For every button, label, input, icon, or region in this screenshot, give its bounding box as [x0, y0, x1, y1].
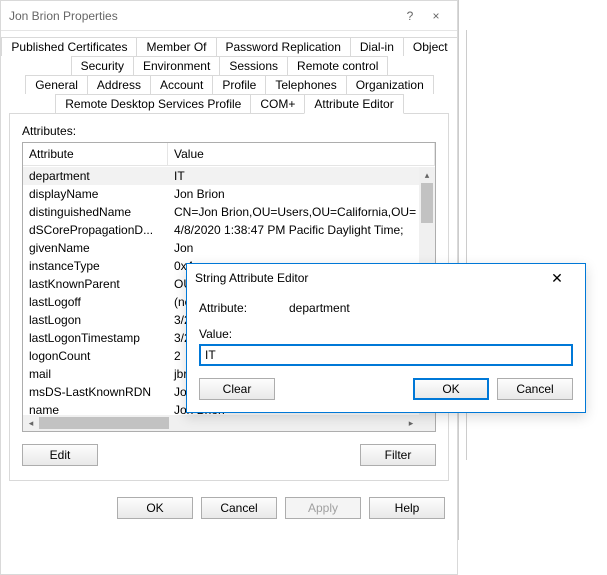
edit-button[interactable]: Edit — [22, 444, 98, 466]
list-header: Attribute Value — [23, 143, 435, 166]
tab-sessions[interactable]: Sessions — [219, 56, 288, 75]
scroll-corner — [419, 415, 435, 431]
table-row[interactable]: departmentIT — [23, 167, 419, 185]
scroll-left-icon[interactable]: ◂ — [23, 415, 39, 431]
tab-member-of[interactable]: Member Of — [136, 37, 216, 56]
cell-attribute: msDS-LastKnownRDN — [23, 385, 168, 399]
col-value[interactable]: Value — [168, 143, 435, 165]
tab-object[interactable]: Object — [403, 37, 458, 56]
tab-remote-desktop-services-profile[interactable]: Remote Desktop Services Profile — [55, 94, 251, 113]
tab-password-replication[interactable]: Password Replication — [216, 37, 351, 56]
scroll-thumb[interactable] — [421, 183, 433, 223]
tab-environment[interactable]: Environment — [133, 56, 220, 75]
scroll-thumb[interactable] — [39, 417, 169, 429]
help-button[interactable]: Help — [369, 497, 445, 519]
table-row[interactable]: givenNameJon — [23, 239, 419, 257]
cell-value: 4/8/2020 1:38:47 PM Pacific Daylight Tim… — [168, 223, 419, 237]
table-row[interactable]: displayNameJon Brion — [23, 185, 419, 203]
cell-value: IT — [168, 169, 419, 183]
apply-button[interactable]: Apply — [285, 497, 361, 519]
tab-organization[interactable]: Organization — [346, 75, 434, 94]
tab-remote-control[interactable]: Remote control — [287, 56, 388, 75]
scroll-up-icon[interactable]: ▴ — [419, 167, 435, 183]
tab-attribute-editor[interactable]: Attribute Editor — [304, 94, 403, 114]
window-title: Jon Brion Properties — [9, 9, 118, 23]
dialog-buttons: OK Cancel Apply Help — [1, 489, 457, 527]
filter-button[interactable]: Filter — [360, 444, 436, 466]
tab-dial-in[interactable]: Dial-in — [350, 37, 404, 56]
close-button[interactable]: × — [423, 9, 449, 23]
tab-profile[interactable]: Profile — [212, 75, 266, 94]
close-icon[interactable]: ✕ — [537, 270, 577, 287]
modal-titlebar: String Attribute Editor ✕ — [187, 264, 585, 292]
clear-button[interactable]: Clear — [199, 378, 275, 400]
cell-value: Jon — [168, 241, 419, 255]
tab-com-[interactable]: COM+ — [250, 94, 305, 113]
tab-general[interactable]: General — [25, 75, 88, 94]
scroll-right-icon[interactable]: ▸ — [403, 415, 419, 431]
titlebar: Jon Brion Properties ? × — [1, 1, 457, 31]
tab-telephones[interactable]: Telephones — [265, 75, 346, 94]
attribute-label: Attribute: — [199, 301, 289, 315]
cell-attribute: mail — [23, 367, 168, 381]
tab-security[interactable]: Security — [71, 56, 134, 75]
cell-attribute: distinguishedName — [23, 205, 168, 219]
cell-attribute: lastLogoff — [23, 295, 168, 309]
cell-attribute: lastLogonTimestamp — [23, 331, 168, 345]
help-button[interactable]: ? — [397, 9, 423, 23]
table-row[interactable]: distinguishedNameCN=Jon Brion,OU=Users,O… — [23, 203, 419, 221]
attribute-name: department — [289, 301, 350, 315]
table-row[interactable]: dSCorePropagationD...4/8/2020 1:38:47 PM… — [23, 221, 419, 239]
tab-strip: Published CertificatesMember OfPassword … — [9, 37, 449, 113]
tab-published-certificates[interactable]: Published Certificates — [1, 37, 137, 56]
cancel-button[interactable]: Cancel — [201, 497, 277, 519]
cell-attribute: instanceType — [23, 259, 168, 273]
col-attribute[interactable]: Attribute — [23, 143, 168, 165]
cell-attribute: displayName — [23, 187, 168, 201]
cell-attribute: dSCorePropagationD... — [23, 223, 168, 237]
cell-attribute: lastKnownParent — [23, 277, 168, 291]
horizontal-scrollbar[interactable]: ◂ ▸ — [23, 415, 419, 431]
ok-button[interactable]: OK — [413, 378, 489, 400]
cell-attribute: department — [23, 169, 168, 183]
cell-attribute: name — [23, 403, 168, 415]
value-input[interactable] — [199, 344, 573, 366]
cancel-button[interactable]: Cancel — [497, 378, 573, 400]
value-label: Value: — [199, 327, 289, 341]
cell-attribute: lastLogon — [23, 313, 168, 327]
cell-attribute: givenName — [23, 241, 168, 255]
modal-title: String Attribute Editor — [195, 271, 537, 285]
cell-value: CN=Jon Brion,OU=Users,OU=California,OU= — [168, 205, 419, 219]
ok-button[interactable]: OK — [117, 497, 193, 519]
attributes-label: Attributes: — [22, 124, 436, 138]
tab-account[interactable]: Account — [150, 75, 213, 94]
cell-value: Jon Brion — [168, 187, 419, 201]
cell-attribute: logonCount — [23, 349, 168, 363]
tab-address[interactable]: Address — [87, 75, 151, 94]
string-attribute-editor-dialog: String Attribute Editor ✕ Attribute: dep… — [186, 263, 586, 413]
